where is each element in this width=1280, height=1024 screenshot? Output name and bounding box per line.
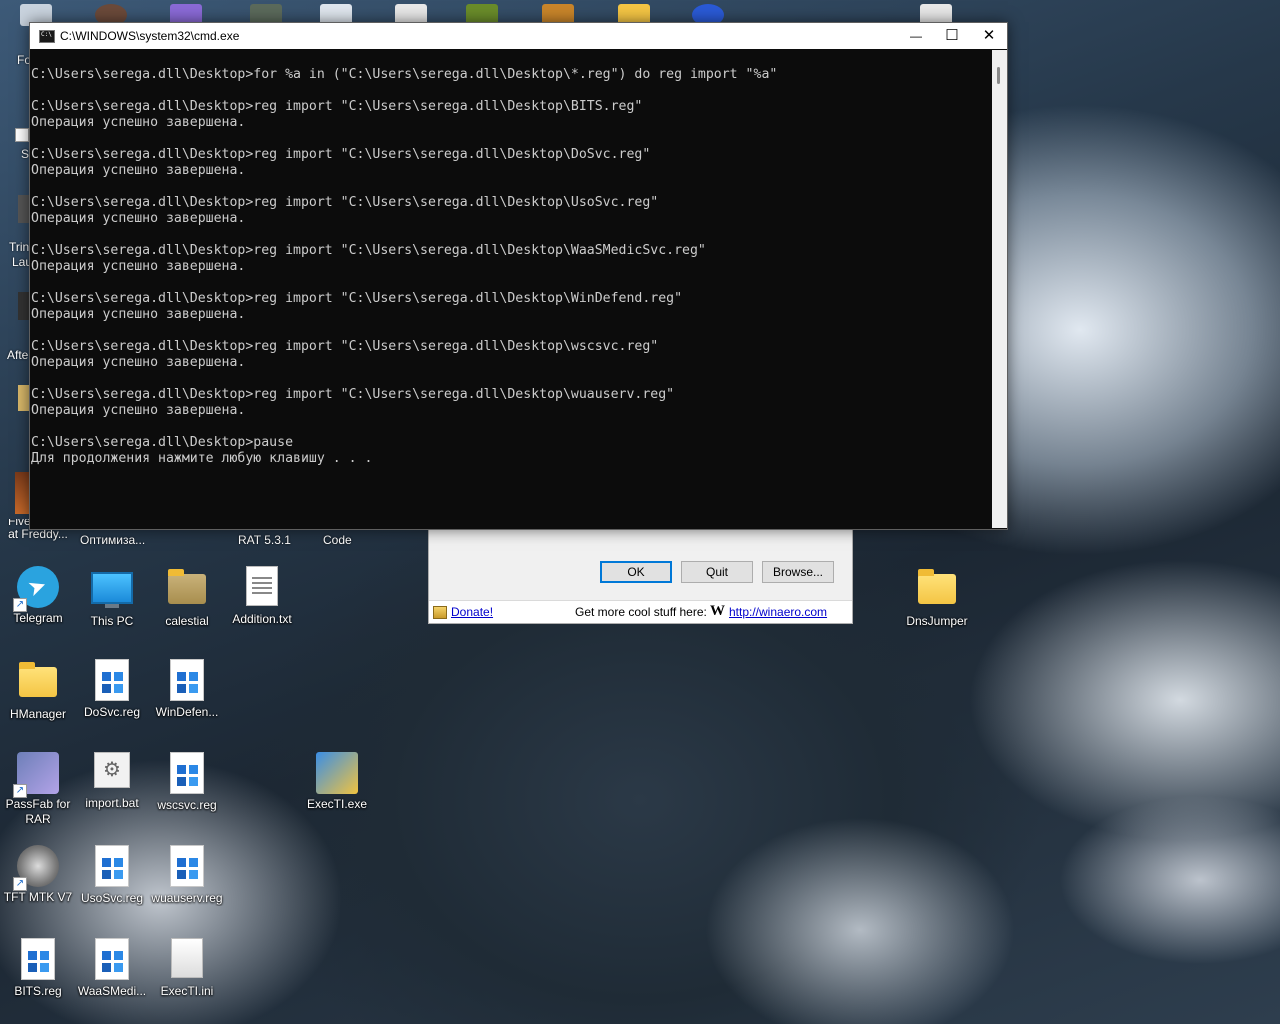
desktop-icon-telegram[interactable]: Telegram xyxy=(0,566,76,626)
console-line: Операция успешно завершена. xyxy=(31,115,246,130)
tft-mtk-icon xyxy=(13,845,59,891)
desktop-icon-calestial[interactable]: calestial xyxy=(149,566,225,629)
console-line: Для продолжения нажмите любую клавишу . … xyxy=(31,451,373,466)
desktop-icon-passfab[interactable]: PassFab for RAR xyxy=(0,752,76,827)
registry-file-icon xyxy=(21,938,55,980)
desktop-icon-usosvc-reg[interactable]: UsoSvc.reg xyxy=(74,845,150,906)
console-line: Операция успешно завершена. xyxy=(31,211,246,226)
folder-icon xyxy=(19,662,57,697)
desktop-icon-execti-ini[interactable]: ExecTI.ini xyxy=(149,938,225,999)
desktop-icon-windefend-reg[interactable]: WinDefen... xyxy=(149,659,225,720)
winaero-logo-icon: W xyxy=(710,603,725,619)
this-pc-icon xyxy=(91,572,133,608)
registry-file-icon xyxy=(170,659,204,701)
desktop-icon-addition-txt[interactable]: Addition.txt xyxy=(224,566,300,627)
console-app-icon xyxy=(39,30,55,43)
console-line: Операция успешно завершена. xyxy=(31,163,246,178)
desktop-icon-bits-reg[interactable]: BITS.reg xyxy=(0,938,76,999)
donate-link[interactable]: Donate! xyxy=(451,605,493,619)
console-line: Операция успешно завершена. xyxy=(31,355,246,370)
console-line: C:\Users\serega.dll\Desktop>for %a in ("… xyxy=(31,67,778,82)
desktop-icon-partial[interactable] xyxy=(15,472,29,514)
desktop-icon-wuauserv-reg[interactable]: wuauserv.reg xyxy=(149,845,225,906)
winaero-site-link[interactable]: http://winaero.com xyxy=(729,605,827,619)
donate-icon xyxy=(433,606,447,619)
winaero-footer: Donate! Get more cool stuff here: W http… xyxy=(429,600,852,623)
desktop-icon-wscsvc-reg[interactable]: wscsvc.reg xyxy=(149,752,225,813)
telegram-icon xyxy=(13,566,59,612)
ok-button[interactable]: OK xyxy=(600,561,672,583)
console-line: C:\Users\serega.dll\Desktop>reg import "… xyxy=(31,99,643,114)
maximize-button[interactable]: ☐ xyxy=(933,23,971,49)
cmd-window[interactable]: C:\WINDOWS\system32\cmd.exe — ☐ ✕ C:\Use… xyxy=(29,22,1008,530)
console-line: C:\Users\serega.dll\Desktop>reg import "… xyxy=(31,387,675,402)
desktop-icon-import-bat[interactable]: import.bat xyxy=(74,752,150,811)
desktop-icon-execti-exe[interactable]: ExecTI.exe xyxy=(299,752,375,812)
passfab-icon xyxy=(13,752,59,798)
close-button[interactable]: ✕ xyxy=(970,23,1008,49)
desktop-label-partial[interactable]: S xyxy=(21,147,29,161)
ini-file-icon xyxy=(171,938,203,978)
folder-icon xyxy=(168,569,206,604)
desktop-icon-this-pc[interactable]: This PC xyxy=(74,566,150,629)
console-line: Операция успешно завершена. xyxy=(31,307,246,322)
vertical-scrollbar[interactable] xyxy=(992,50,1007,528)
shortcut-arrow-icon xyxy=(15,128,29,142)
console-line: Операция успешно завершена. xyxy=(31,403,246,418)
registry-file-icon xyxy=(170,752,204,794)
desktop-icon-hmanager[interactable]: HManager xyxy=(0,659,76,722)
console-line: C:\Users\serega.dll\Desktop>reg import "… xyxy=(31,147,651,162)
exec-ti-icon xyxy=(316,752,358,794)
cool-stuff-text: Get more cool stuff here: xyxy=(575,605,707,619)
desktop-icon-dosvc-reg[interactable]: DoSvc.reg xyxy=(74,659,150,720)
desktop-icon-waasmedic-reg[interactable]: WaaSMedi... xyxy=(74,938,150,999)
registry-file-icon xyxy=(95,659,129,701)
desktop-icon-dnsjumper[interactable]: DnsJumper xyxy=(899,566,975,629)
window-title: C:\WINDOWS\system32\cmd.exe xyxy=(60,29,240,43)
console-line: C:\Users\serega.dll\Desktop>reg import "… xyxy=(31,291,683,306)
registry-file-icon xyxy=(95,938,129,980)
desktop-label-partial[interactable]: Trin xyxy=(9,240,29,254)
scrollbar-thumb[interactable] xyxy=(997,67,1000,84)
minimize-button[interactable]: — xyxy=(897,23,935,49)
desktop-label-partial[interactable]: Afte xyxy=(7,348,28,362)
desktop-icon-tft-mtk[interactable]: TFT MTK V7 xyxy=(0,845,76,905)
registry-file-icon xyxy=(95,845,129,887)
folder-icon xyxy=(918,569,956,604)
console-line: Операция успешно завершена. xyxy=(31,259,246,274)
browse-button[interactable]: Browse... xyxy=(762,561,834,583)
console-output[interactable]: C:\Users\serega.dll\Desktop>for %a in ("… xyxy=(30,50,993,545)
registry-file-icon xyxy=(170,845,204,887)
batch-file-icon xyxy=(94,752,130,788)
cmd-titlebar[interactable]: C:\WINDOWS\system32\cmd.exe — ☐ ✕ xyxy=(30,23,1007,49)
console-line: C:\Users\serega.dll\Desktop>reg import "… xyxy=(31,339,659,354)
console-line: C:\Users\serega.dll\Desktop>reg import "… xyxy=(31,195,659,210)
console-line: C:\Users\serega.dll\Desktop>pause xyxy=(31,435,294,450)
text-file-icon xyxy=(246,566,278,606)
quit-button[interactable]: Quit xyxy=(681,561,753,583)
console-line: C:\Users\serega.dll\Desktop>reg import "… xyxy=(31,243,706,258)
